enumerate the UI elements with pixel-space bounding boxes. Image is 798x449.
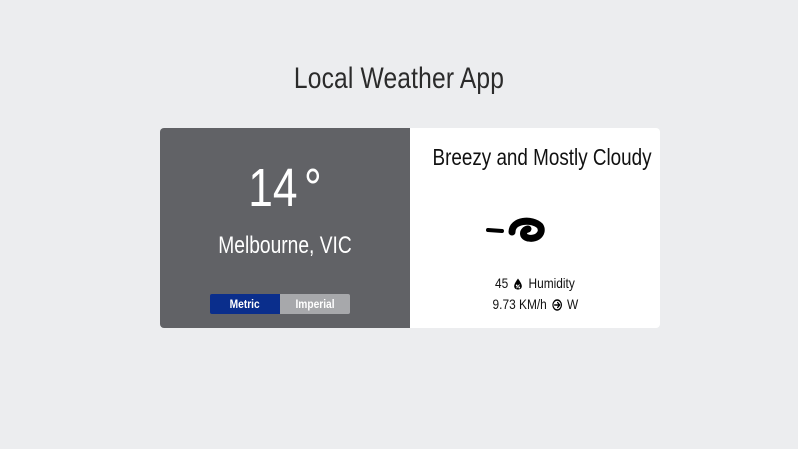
location-label: Melbourne, VIC (218, 232, 352, 259)
wind-line: 9.73 KM/h W (410, 296, 660, 312)
metric-button[interactable]: Metric (210, 294, 280, 314)
humidity-value: 45 (495, 275, 509, 291)
weather-app-page: Local Weather App 14 ° Melbourne, VIC Met… (0, 0, 798, 449)
imperial-label: Imperial (295, 297, 335, 311)
temperature-panel: 14 ° Melbourne, VIC Metric Imperial (160, 128, 410, 328)
humidity-label: Humidity (528, 275, 575, 291)
wind-direction: W (566, 296, 578, 312)
conditions-panel: Breezy and Mostly Cloudy 45 Humidity 9.7… (410, 128, 660, 328)
windy-cloudy-icon (486, 217, 545, 242)
wind-speed: 9.73 KM/h (492, 296, 547, 312)
wind-direction-icon (551, 299, 562, 311)
imperial-button[interactable]: Imperial (280, 294, 350, 314)
degree-symbol: ° (304, 158, 322, 218)
unit-toggle: Metric Imperial (210, 294, 350, 314)
page-title: Local Weather App (293, 62, 505, 95)
humidity-line: 45 Humidity (410, 275, 660, 291)
metric-label: Metric (229, 297, 261, 311)
temperature-value: 14 (248, 158, 298, 218)
humidity-drop-icon (514, 278, 523, 290)
weather-condition: Breezy and Mostly Cloudy (432, 144, 652, 170)
weather-card: 14 ° Melbourne, VIC Metric Imperial Breez… (160, 128, 660, 328)
temperature-display: 14 ° (183, 156, 388, 220)
